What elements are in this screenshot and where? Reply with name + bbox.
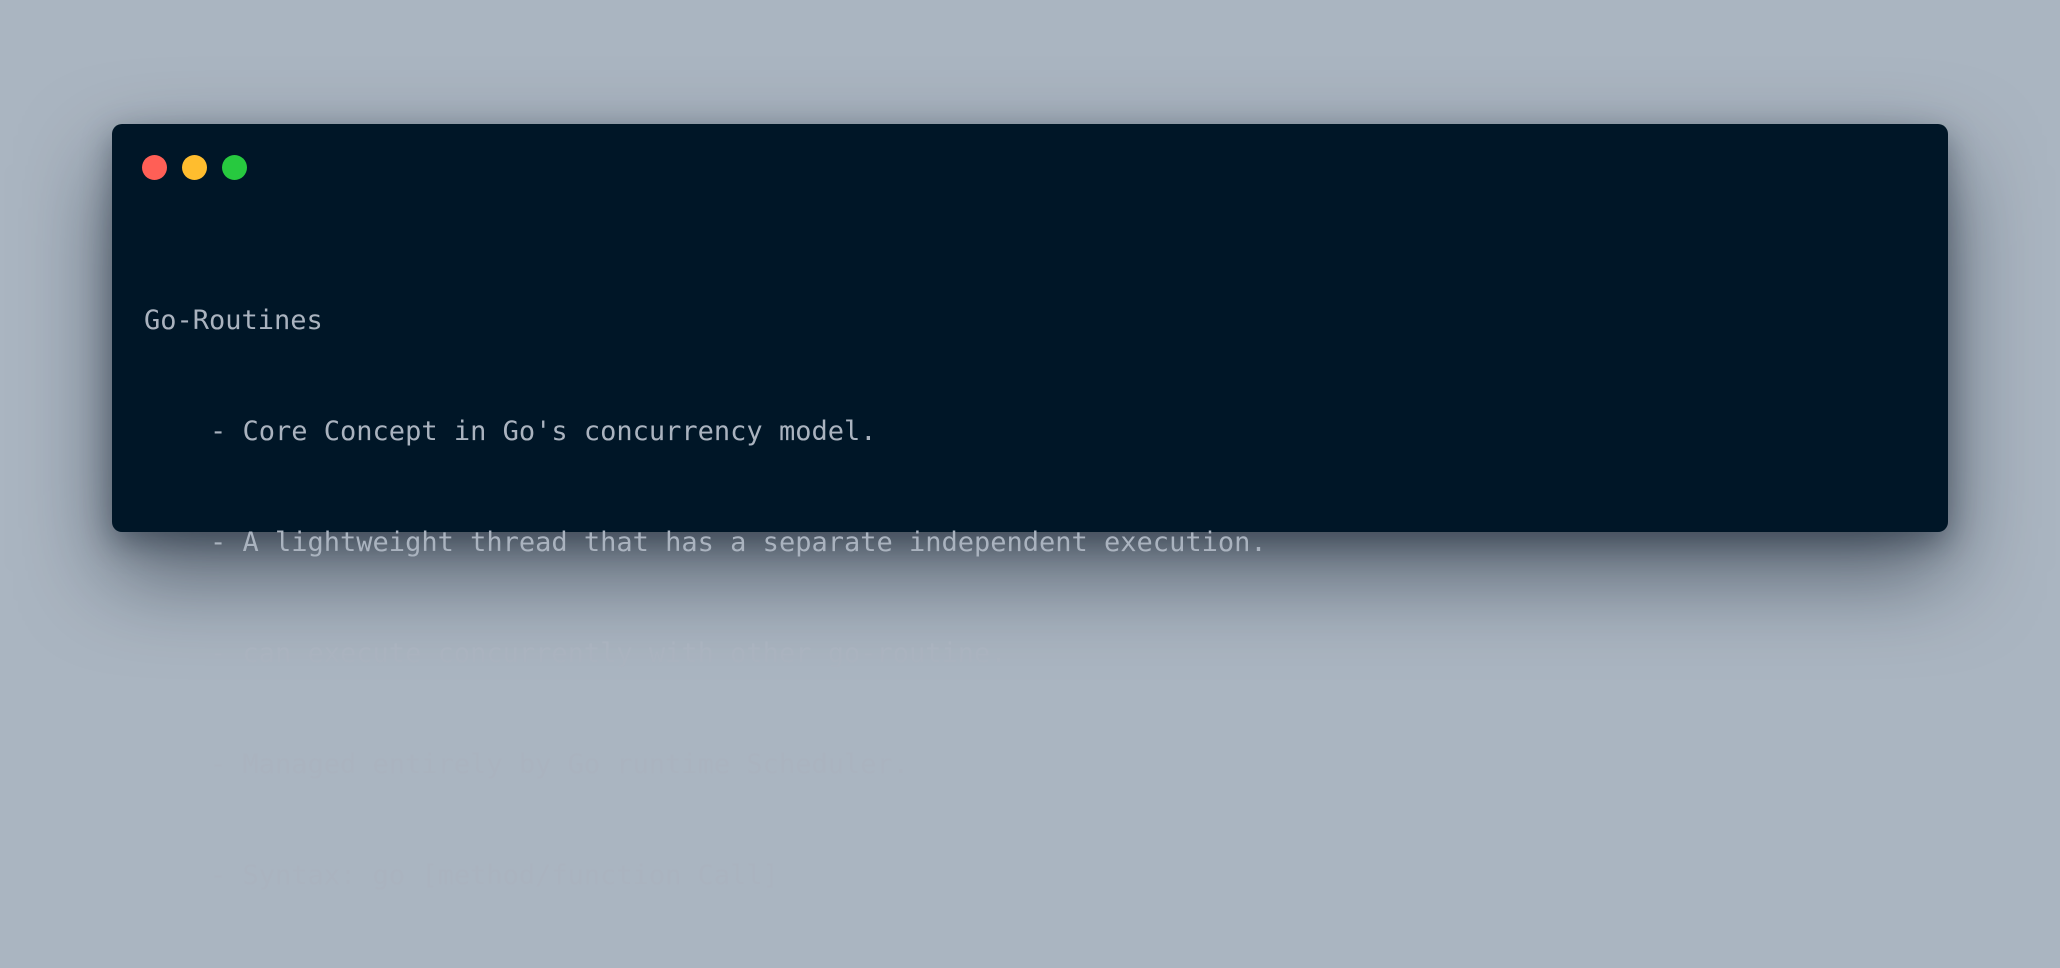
code-content: Go-Routines - Core Concept in Go's concu…: [144, 228, 1908, 968]
code-window: Go-Routines - Core Concept in Go's concu…: [112, 124, 1948, 891]
minimize-button[interactable]: [182, 154, 207, 180]
code-line: - Core Concept in Go's concurrency model…: [210, 416, 877, 447]
zoom-button[interactable]: [222, 154, 247, 180]
window-titlebar: [142, 154, 262, 180]
code-line: - A lightweight thread that has a separa…: [210, 527, 1267, 558]
code-line: - Managed entirely by Go runtime Schedul…: [210, 749, 909, 780]
code-line: - Syntax: go [method/function Call]: [210, 860, 779, 891]
close-button[interactable]: [142, 154, 167, 180]
code-line: - can execute concurrently with other go…: [210, 638, 1007, 669]
code-heading: Go-Routines: [144, 305, 323, 336]
